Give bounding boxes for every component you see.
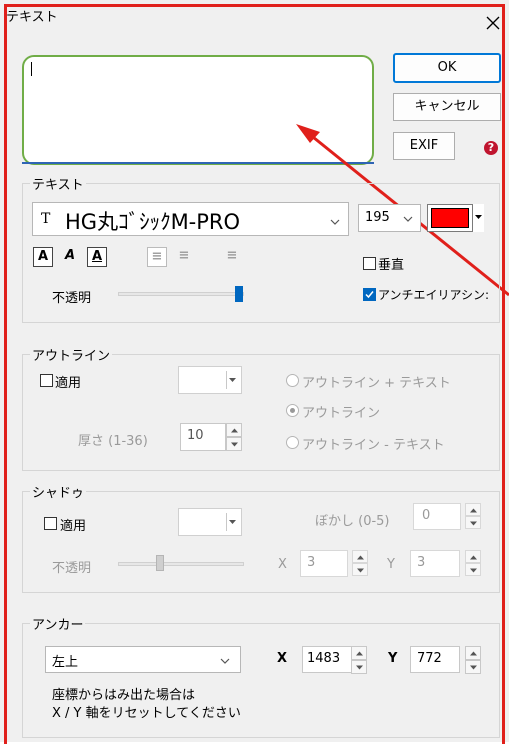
color-swatch bbox=[431, 208, 469, 228]
align-center-button[interactable]: ≡ bbox=[174, 247, 194, 267]
close-icon[interactable] bbox=[484, 14, 502, 32]
shadow-y-down[interactable] bbox=[465, 563, 481, 576]
shadow-opacity-thumb[interactable] bbox=[156, 555, 164, 571]
shadow-x-value: 3 bbox=[307, 555, 316, 570]
shadow-blur-down[interactable] bbox=[465, 516, 481, 529]
outline-group-legend: アウトライン bbox=[30, 345, 113, 364]
shadow-apply-label: 適用 bbox=[60, 519, 87, 534]
check-icon bbox=[365, 291, 374, 299]
antialias-label: アンチエイリアシン: bbox=[378, 288, 490, 302]
shadow-x-label: X bbox=[278, 557, 287, 572]
bold-button[interactable]: A bbox=[33, 247, 53, 267]
shadow-y-value: 3 bbox=[417, 555, 426, 570]
vertical-checkbox[interactable] bbox=[363, 257, 376, 270]
font-size-value: 195 bbox=[365, 210, 390, 225]
outline-radio-outline-minus-text[interactable] bbox=[286, 436, 299, 449]
text-group-legend: テキスト bbox=[30, 174, 86, 193]
color-dropdown-button[interactable] bbox=[472, 204, 484, 232]
chevron-down-icon bbox=[403, 216, 413, 222]
dropdown-arrow-icon bbox=[229, 520, 236, 524]
anchor-x-down[interactable] bbox=[351, 660, 367, 674]
chevron-down-icon bbox=[220, 658, 230, 664]
text-caret bbox=[31, 62, 32, 76]
shadow-y-up[interactable] bbox=[465, 550, 481, 563]
outline-thickness-value: 10 bbox=[187, 428, 204, 443]
shadow-opacity-label: 不透明 bbox=[52, 561, 92, 576]
anchor-select[interactable]: 左上 bbox=[45, 646, 241, 673]
shadow-blur-up[interactable] bbox=[465, 503, 481, 516]
outline-radio-outline-text[interactable] bbox=[286, 374, 299, 387]
dropdown-arrow-icon bbox=[229, 378, 236, 382]
shadow-x-input[interactable]: 3 bbox=[300, 550, 348, 577]
outline-option-outline-minus-text: アウトライン - テキスト bbox=[302, 438, 445, 453]
shadow-x-up[interactable] bbox=[352, 550, 368, 563]
text-dialog: テキスト OK キャンセル EXIF ? テキスト T HG丸ｺﾞｼｯｸM-PR… bbox=[0, 0, 509, 744]
shadow-opacity-slider[interactable] bbox=[118, 562, 244, 566]
anchor-y-value: 772 bbox=[417, 651, 442, 666]
outline-thickness-label: 厚さ (1-36) bbox=[78, 434, 148, 449]
shadow-blur-input[interactable]: 0 bbox=[413, 503, 461, 530]
vertical-label: 垂直 bbox=[378, 258, 405, 273]
shadow-group-legend: シャドゥ bbox=[30, 482, 87, 501]
text-opacity-slider[interactable] bbox=[118, 292, 244, 296]
anchor-y-label: Y bbox=[388, 651, 398, 666]
outline-color-select[interactable] bbox=[178, 366, 242, 394]
shadow-color-select[interactable] bbox=[178, 508, 242, 536]
text-opacity-thumb[interactable] bbox=[235, 286, 243, 302]
shadow-x-down[interactable] bbox=[352, 563, 368, 576]
outline-apply-label: 適用 bbox=[55, 376, 82, 391]
shadow-y-label: Y bbox=[387, 557, 395, 572]
shadow-blur-value: 0 bbox=[422, 508, 431, 523]
anchor-x-label: X bbox=[277, 651, 288, 666]
align-left-button[interactable]: ≡ bbox=[147, 247, 167, 267]
anchor-value: 左上 bbox=[52, 655, 79, 670]
outline-thickness-down[interactable] bbox=[226, 437, 242, 451]
anchor-note-line2: X / Y 軸をリセットしてください bbox=[52, 706, 241, 721]
shadow-apply-checkbox[interactable] bbox=[44, 517, 57, 530]
antialias-checkbox[interactable] bbox=[363, 288, 376, 301]
align-right-button[interactable]: ≡ bbox=[222, 247, 242, 267]
shadow-y-input[interactable]: 3 bbox=[410, 550, 460, 577]
anchor-x-up[interactable] bbox=[351, 646, 367, 660]
anchor-x-value: 1483 bbox=[307, 651, 341, 666]
text-opacity-label: 不透明 bbox=[52, 291, 92, 306]
italic-button[interactable]: A bbox=[60, 247, 80, 267]
anchor-note-line1: 座標からはみ出た場合は bbox=[52, 688, 196, 703]
outline-option-outline: アウトライン bbox=[302, 406, 381, 421]
outline-thickness-input[interactable]: 10 bbox=[180, 423, 226, 451]
anchor-group-legend: アンカー bbox=[30, 614, 86, 633]
font-select[interactable]: T HG丸ｺﾞｼｯｸM-PRO bbox=[32, 202, 349, 236]
anchor-y-down[interactable] bbox=[465, 660, 481, 674]
shadow-blur-label: ぼかし (0-5) bbox=[315, 514, 390, 529]
truetype-icon: T bbox=[41, 211, 51, 227]
chevron-down-icon bbox=[330, 219, 340, 225]
font-size-select[interactable]: 195 bbox=[358, 204, 421, 232]
outline-option-outline-text: アウトライン + テキスト bbox=[302, 376, 451, 391]
dropdown-arrow-icon bbox=[475, 215, 482, 219]
outline-apply-checkbox[interactable] bbox=[40, 374, 53, 387]
anchor-x-input[interactable]: 1483 bbox=[302, 646, 352, 673]
outline-radio-outline[interactable] bbox=[286, 404, 299, 417]
anchor-y-up[interactable] bbox=[465, 646, 481, 660]
font-name-value: HG丸ｺﾞｼｯｸM-PRO bbox=[65, 210, 241, 234]
outline-thickness-up[interactable] bbox=[226, 423, 242, 437]
dialog-title: テキスト bbox=[6, 10, 58, 25]
underline-button[interactable]: A bbox=[87, 247, 107, 267]
ok-button[interactable]: OK bbox=[393, 53, 501, 83]
anchor-y-input[interactable]: 772 bbox=[410, 646, 460, 673]
